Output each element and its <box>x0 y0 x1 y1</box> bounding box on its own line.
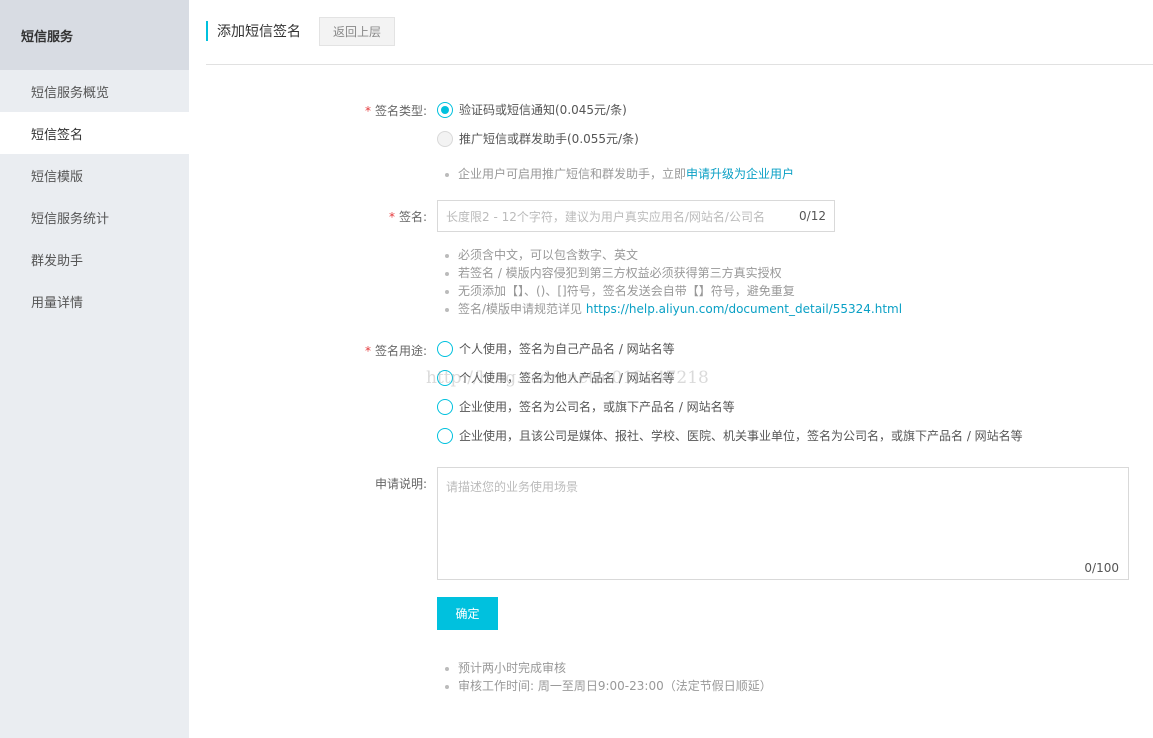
sidebar-item-bulk-assistant[interactable]: 群发助手 <box>0 238 189 280</box>
sign-name-placeholder: 长度限2 - 12个字符，建议为用户真实应用名/网站名/公司名 <box>446 209 765 224</box>
sign-usage-option-institution[interactable]: 企业使用，且该公司是媒体、报社、学校、医院、机关事业单位，签名为公司名，或旗下产… <box>437 427 1023 444</box>
radio-icon[interactable] <box>437 369 453 386</box>
sign-usage-option-personal-own[interactable]: 个人使用，签名为自己产品名 / 网站名等 <box>437 340 675 357</box>
sidebar: 短信服务 短信服务概览 短信签名 短信模版 短信服务统计 群发助手 用量详情 <box>0 0 189 738</box>
sidebar-item-signature[interactable]: 短信签名 <box>0 112 189 154</box>
back-button[interactable]: 返回上层 <box>319 16 396 46</box>
review-tips: 预计两小时完成审核 审核工作时间: 周一至周日9:00-23:00（法定节假日顺… <box>443 659 772 695</box>
option-label: 个人使用，签名为他人产品名 / 网站名等 <box>459 371 675 385</box>
radio-checked-icon[interactable] <box>437 101 453 118</box>
tip-item: 无须添加【】、()、[]符号，签名发送会自带【】符号，避免重复 <box>443 282 902 300</box>
sign-type-option-promotion: 推广短信或群发助手(0.055元/条) <box>437 130 639 147</box>
description-placeholder: 请描述您的业务使用场景 <box>446 480 579 494</box>
sidebar-header: 短信服务 <box>0 0 189 70</box>
sign-name-input[interactable]: 长度限2 - 12个字符，建议为用户真实应用名/网站名/公司名 0/12 <box>437 200 835 232</box>
sign-usage-label: * 签名用途: <box>364 344 427 358</box>
required-mark: * <box>364 104 371 118</box>
page-header: 添加短信签名 返回上层 <box>206 16 396 46</box>
spec-doc-link[interactable]: https://help.aliyun.com/document_detail/… <box>586 302 902 316</box>
description-textarea[interactable]: 请描述您的业务使用场景 0/100 <box>437 467 1129 580</box>
sign-type-label: * 签名类型: <box>364 104 427 118</box>
option-label: 验证码或短信通知(0.045元/条) <box>459 103 627 117</box>
required-mark: * <box>388 210 395 224</box>
radio-disabled-icon <box>437 130 453 147</box>
option-label: 企业使用，签名为公司名，或旗下产品名 / 网站名等 <box>459 400 735 414</box>
option-label: 企业使用，且该公司是媒体、报社、学校、医院、机关事业单位，签名为公司名，或旗下产… <box>459 429 1023 443</box>
confirm-button[interactable]: 确定 <box>437 597 498 630</box>
option-label: 个人使用，签名为自己产品名 / 网站名等 <box>459 342 675 356</box>
tip-item: 预计两小时完成审核 <box>443 659 772 677</box>
title-accent-bar <box>206 21 208 41</box>
header-divider <box>206 64 1153 65</box>
upgrade-enterprise-link[interactable]: 申请升级为企业用户 <box>686 167 794 181</box>
sidebar-item-overview[interactable]: 短信服务概览 <box>0 70 189 112</box>
sign-type-tips: 企业用户可启用推广短信和群发助手，立即申请升级为企业用户 <box>443 165 794 183</box>
tip-item: 审核工作时间: 周一至周日9:00-23:00（法定节假日顺延） <box>443 677 772 695</box>
page-title: 添加短信签名 <box>217 24 301 40</box>
main-content: 添加短信签名 返回上层 * 签名类型: 验证码或短信通知(0.045元/条) 推广… <box>189 0 1153 738</box>
sign-name-label: * 签名: <box>388 210 427 224</box>
sign-name-tips: 必须含中文，可以包含数字、英文 若签名 / 模版内容侵犯到第三方权益必须获得第三… <box>443 246 902 318</box>
sidebar-item-usage[interactable]: 用量详情 <box>0 280 189 322</box>
radio-icon[interactable] <box>437 340 453 357</box>
required-mark: * <box>364 344 371 358</box>
sign-usage-option-personal-other[interactable]: 个人使用，签名为他人产品名 / 网站名等 <box>437 369 675 386</box>
description-counter: 0/100 <box>1084 561 1119 575</box>
sign-usage-option-enterprise[interactable]: 企业使用，签名为公司名，或旗下产品名 / 网站名等 <box>437 398 735 415</box>
radio-icon[interactable] <box>437 398 453 415</box>
sign-type-option-verification[interactable]: 验证码或短信通知(0.045元/条) <box>437 101 627 118</box>
description-label: 申请说明: <box>374 477 427 491</box>
radio-icon[interactable] <box>437 427 453 444</box>
option-label: 推广短信或群发助手(0.055元/条) <box>459 132 639 146</box>
tip-item: 企业用户可启用推广短信和群发助手，立即申请升级为企业用户 <box>443 165 794 183</box>
sidebar-item-template[interactable]: 短信模版 <box>0 154 189 196</box>
sign-name-counter: 0/12 <box>799 209 826 223</box>
tip-item: 必须含中文，可以包含数字、英文 <box>443 246 902 264</box>
sidebar-item-statistics[interactable]: 短信服务统计 <box>0 196 189 238</box>
tip-item: 签名/模版申请规范详见 https://help.aliyun.com/docu… <box>443 300 902 318</box>
tip-item: 若签名 / 模版内容侵犯到第三方权益必须获得第三方真实授权 <box>443 264 902 282</box>
